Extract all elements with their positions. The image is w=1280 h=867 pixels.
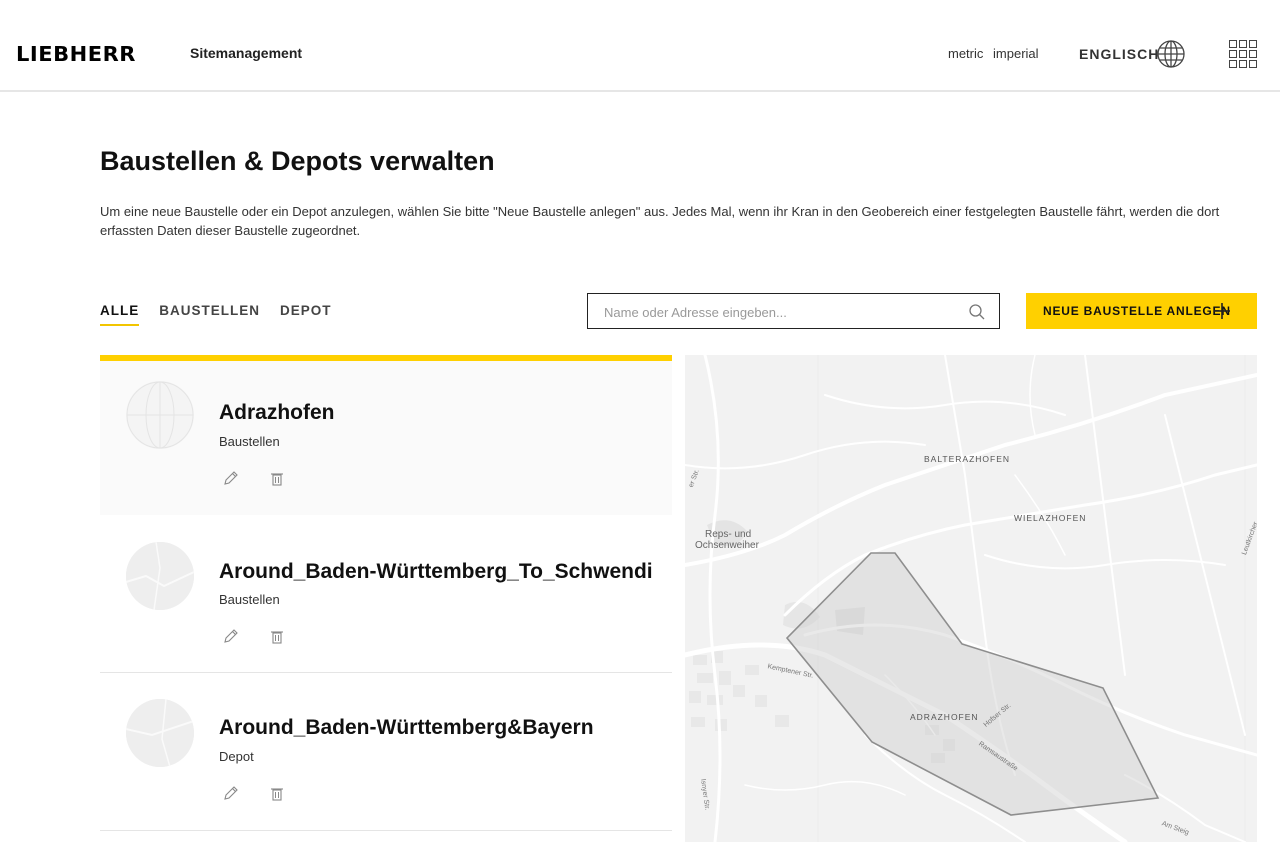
site-name[interactable]: Around_Baden-Württemberg&Bayern [219,716,594,740]
map-thumbnail-icon [126,699,194,767]
geofence-polygon[interactable] [785,552,1160,816]
trash-icon[interactable] [269,786,285,802]
trash-icon[interactable] [269,471,285,487]
top-header: LIEBHERR Sitemanagement metric imperial … [0,0,1280,92]
search-input[interactable] [604,302,954,322]
app-grid-icon[interactable] [1229,40,1257,68]
site-list: Adrazhofen Baustellen Around_Baden-Württ… [100,355,672,845]
plus-icon [1214,303,1230,319]
search-icon[interactable] [968,303,986,321]
unit-imperial-option[interactable]: imperial [993,46,1039,61]
unit-switcher: metric imperial [948,46,1045,61]
filter-tabs: ALLE BAUSTELLEN DEPOT [100,303,332,326]
site-thumbnail [126,381,194,449]
map-place-label: Reps- und [705,529,752,540]
language-selector[interactable]: ENGLISCH [1079,46,1159,62]
map-place-label: ADRAZHOFEN [910,712,979,722]
site-list-item[interactable]: Around_Baden-Württemberg_To_Schwendi Bau… [100,515,672,673]
page-title: Baustellen & Depots verwalten [100,146,495,176]
new-site-button[interactable]: NEUE BAUSTELLE ANLEGEN [1026,293,1257,329]
app-name[interactable]: Sitemanagement [190,45,302,61]
site-list-item[interactable]: Around_Baden-Württemberg&Bayern Depot [100,673,672,831]
trash-icon[interactable] [269,629,285,645]
site-type: Depot [219,749,254,764]
site-type: Baustellen [219,592,280,607]
site-map-thumbnail [126,699,194,767]
search-box [587,293,1000,329]
map-place-label: BALTERAZHOFEN [924,454,1011,464]
site-name[interactable]: Around_Baden-Württemberg_To_Schwendi [219,560,653,584]
edit-icon[interactable] [223,470,239,486]
map-thumbnail-icon [126,542,194,610]
site-list-item[interactable]: Adrazhofen Baustellen [100,361,672,519]
tab-baustellen[interactable]: BAUSTELLEN [159,303,260,326]
liebherr-logo[interactable]: LIEBHERR [16,42,136,66]
map-canvas[interactable] [685,355,1257,842]
site-type: Baustellen [219,434,280,449]
page-description: Um eine neue Baustelle oder ein Depot an… [100,204,1220,238]
tab-depot[interactable]: DEPOT [280,303,332,326]
globe-placeholder-icon [126,381,194,449]
unit-metric-option[interactable]: metric [948,46,983,61]
site-name[interactable]: Adrazhofen [219,401,335,425]
tab-alle[interactable]: ALLE [100,303,140,326]
new-site-button-label: NEUE BAUSTELLE ANLEGEN [1043,304,1231,318]
map-place-label: WIELAZHOFEN [1014,513,1087,523]
edit-icon[interactable] [223,628,239,644]
site-map[interactable]: BALTERAZHOFEN WIELAZHOFEN ADRAZHOFEN Rep… [685,355,1257,842]
globe-icon[interactable] [1156,39,1186,69]
site-map-thumbnail [126,542,194,610]
map-place-label: Ochsenweiher [695,540,759,551]
edit-icon[interactable] [223,785,239,801]
